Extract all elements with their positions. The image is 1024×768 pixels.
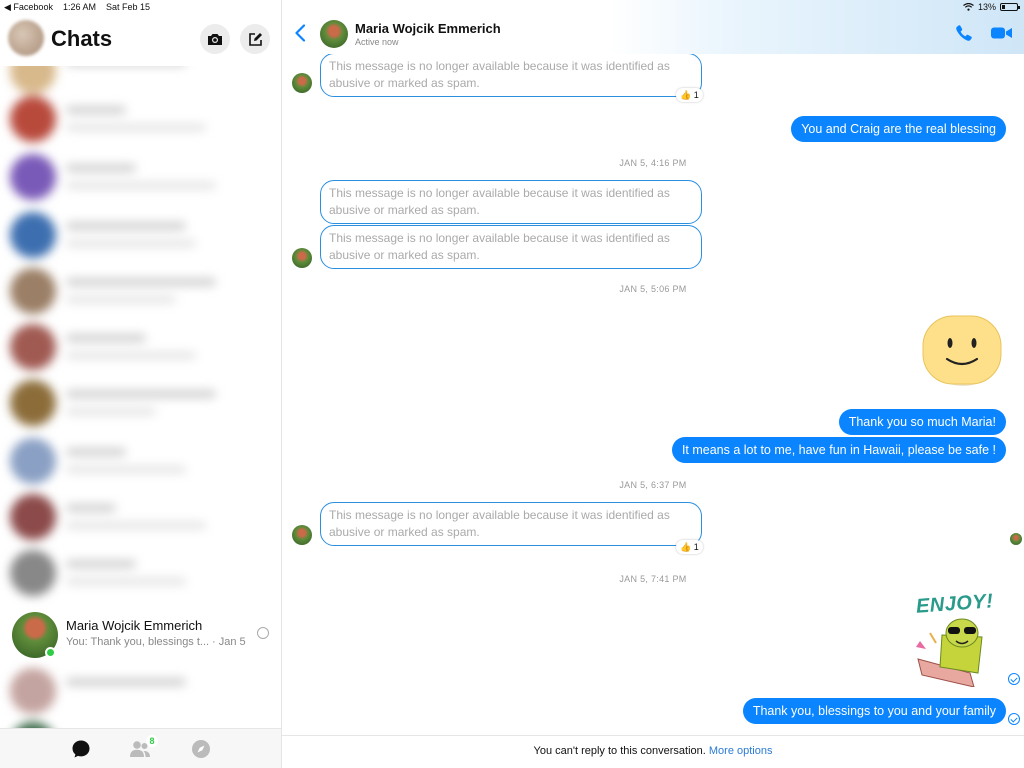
smiley-sticker[interactable] [919, 313, 1003, 389]
camera-icon [208, 34, 222, 45]
video-call-button[interactable] [990, 24, 1014, 47]
chat-bubble-icon [72, 740, 90, 758]
blurred-chat-list [0, 48, 281, 608]
sidebar-title: Chats [51, 26, 113, 51]
tab-discover[interactable] [189, 737, 213, 761]
seen-check-icon [1008, 713, 1020, 725]
sent-message[interactable]: It means a lot to me, have fun in Hawaii… [671, 437, 1006, 463]
timestamp: JAN 5, 4:16 PM [619, 158, 687, 168]
sent-message[interactable]: Thank you, blessings to you and your fam… [742, 698, 1006, 724]
chat-item-preview: You: Thank you, blessings t... [66, 636, 210, 648]
enjoy-sticker[interactable]: ENJOY! [912, 590, 1012, 688]
battery-icon [1000, 3, 1020, 11]
cannot-reply-notice: You can't reply to this conversation. [533, 745, 709, 757]
chevron-left-icon [295, 24, 306, 42]
reaction-badge[interactable]: 👍 1 [676, 540, 703, 554]
voice-call-button[interactable] [955, 24, 973, 47]
header-avatar[interactable] [320, 20, 348, 48]
thumbs-up-icon: 👍 [680, 542, 692, 552]
seen-check-icon [1008, 673, 1020, 685]
status-date: Sat Feb 15 [105, 2, 151, 12]
profile-avatar[interactable] [8, 20, 44, 56]
status-bar: ◀ Facebook 1:26 AM Sat Feb 15 13% [0, 0, 1024, 16]
reaction-count: 1 [693, 90, 699, 100]
chats-sidebar: Chats Maria Wojcik Emmerich You: Thank y… [0, 0, 282, 768]
online-indicator [45, 647, 56, 658]
back-to-app-link[interactable]: ◀ Facebook [4, 2, 53, 13]
conversation-footer: You can't reply to this conversation. Mo… [282, 735, 1024, 768]
read-receipt-avatar [1010, 533, 1022, 545]
sender-avatar [292, 248, 312, 268]
camera-button[interactable] [200, 24, 230, 54]
phone-icon [956, 25, 972, 41]
chat-list-item-maria[interactable]: Maria Wojcik Emmerich You: Thank you, bl… [0, 608, 281, 664]
status-time: 1:26 AM [62, 2, 96, 12]
blurred-chat-list-bottom [0, 664, 281, 768]
removed-message[interactable]: This message is no longer available beca… [320, 502, 702, 546]
video-camera-icon [991, 27, 1012, 39]
more-options-link[interactable]: More options [709, 745, 773, 757]
compose-icon [248, 32, 262, 46]
delivered-check-icon [257, 627, 269, 639]
sidebar-tab-bar: 8 [0, 728, 281, 768]
conversation-pane: Maria Wojcik Emmerich Active now This me… [282, 0, 1024, 768]
removed-message[interactable]: This message is no longer available beca… [320, 53, 702, 97]
sent-message[interactable]: Thank you so much Maria! [838, 409, 1006, 435]
wifi-icon [963, 3, 974, 11]
chat-item-name: Maria Wojcik Emmerich [66, 618, 203, 633]
message-list[interactable]: This message is no longer available beca… [282, 0, 1024, 735]
battery-percent: 13% [977, 2, 996, 12]
conversation-title[interactable]: Maria Wojcik Emmerich [355, 21, 501, 36]
back-button[interactable] [294, 24, 306, 47]
compass-icon [192, 740, 210, 758]
reaction-count: 1 [693, 542, 699, 552]
timestamp: JAN 5, 6:37 PM [619, 480, 687, 490]
removed-message[interactable]: This message is no longer available beca… [320, 225, 702, 269]
sent-message[interactable]: You and Craig are the real blessing [791, 116, 1006, 142]
sticker-character-icon [916, 618, 983, 687]
tab-chats[interactable] [69, 737, 93, 761]
chat-item-date: · Jan 5 [212, 636, 246, 648]
timestamp: JAN 5, 7:41 PM [619, 574, 687, 584]
reaction-badge[interactable]: 👍 1 [676, 88, 703, 102]
compose-button[interactable] [240, 24, 270, 54]
timestamp: JAN 5, 5:06 PM [619, 284, 687, 294]
messenger-app: ◀ Facebook 1:26 AM Sat Feb 15 13% Chats [0, 0, 1024, 768]
people-count-badge: 8 [146, 735, 158, 747]
sender-avatar [292, 525, 312, 545]
thumbs-up-icon: 👍 [680, 90, 692, 100]
active-status: Active now [355, 37, 399, 47]
sender-avatar [292, 73, 312, 93]
sidebar-header: Chats [0, 16, 281, 66]
removed-message[interactable]: This message is no longer available beca… [320, 180, 702, 224]
